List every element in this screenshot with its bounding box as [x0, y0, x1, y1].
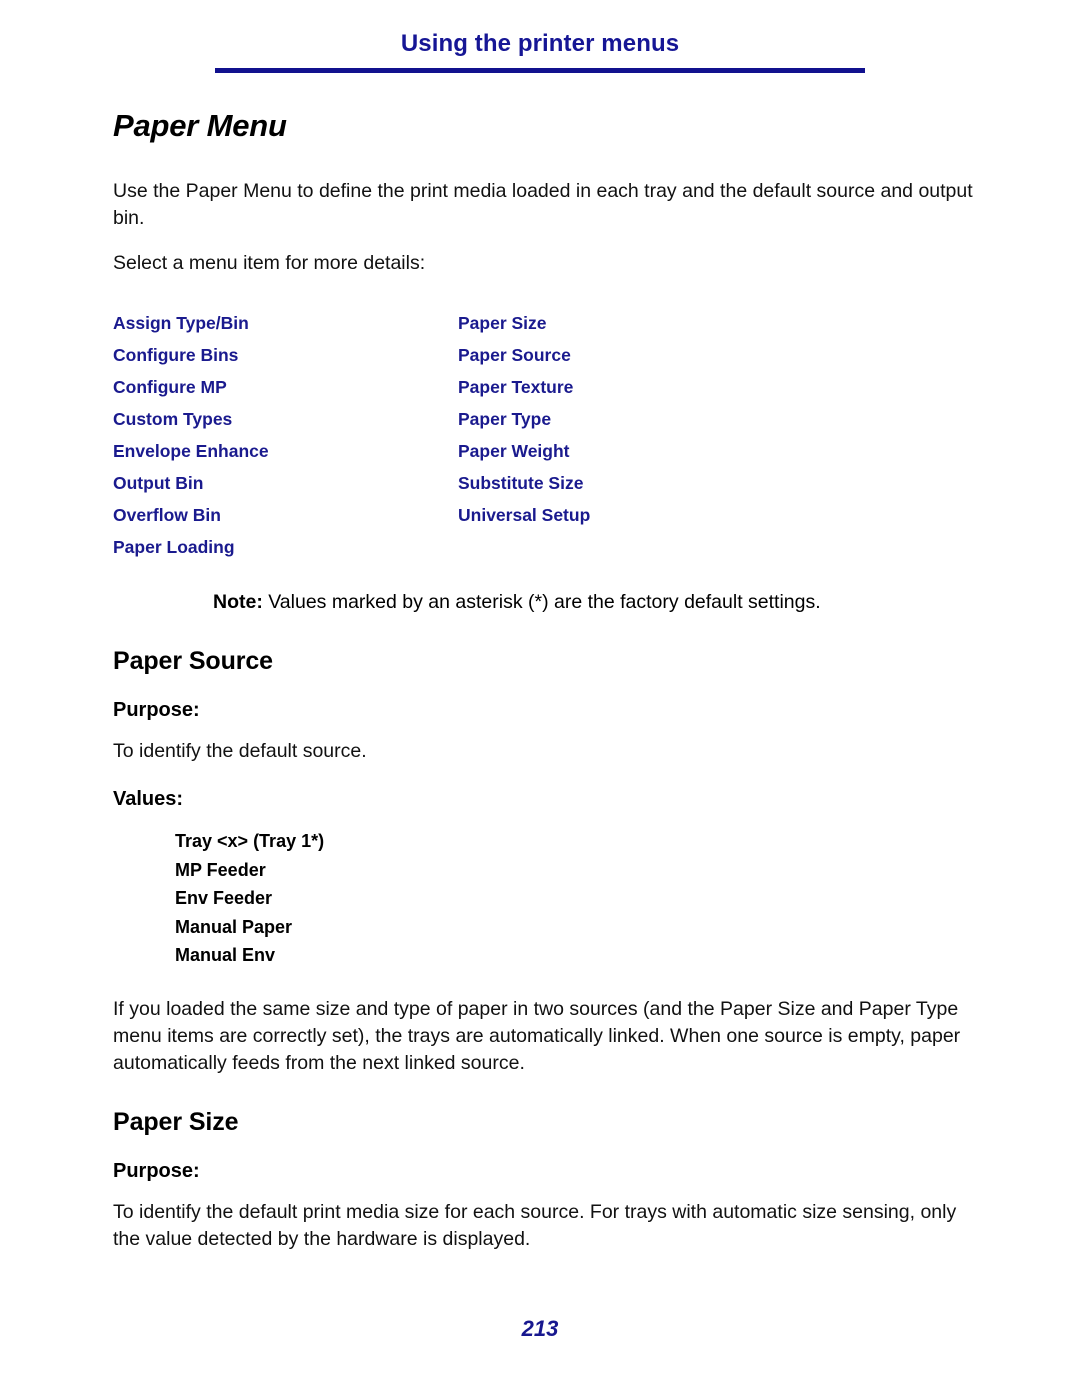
paper-source-values-label: Values:: [113, 788, 184, 810]
page-title: Paper Menu: [113, 108, 287, 143]
menu-link-paper-loading[interactable]: Paper Loading: [113, 531, 269, 563]
page-number: 213: [521, 1316, 559, 1341]
menu-link-universal-setup[interactable]: Universal Setup: [458, 499, 590, 531]
header-divider-rule: [215, 68, 865, 73]
menu-link-overflow-bin[interactable]: Overflow Bin: [113, 499, 269, 531]
menu-link-custom-types[interactable]: Custom Types: [113, 403, 269, 435]
menu-link-substitute-size[interactable]: Substitute Size: [458, 467, 590, 499]
value-item-env-feeder: Env Feeder: [175, 888, 273, 908]
menu-link-configure-bins[interactable]: Configure Bins: [113, 339, 269, 371]
menu-link-paper-weight[interactable]: Paper Weight: [458, 435, 590, 467]
section-heading-paper-size: Paper Size: [113, 1107, 239, 1136]
document-page: Using the printer menus Paper Menu Use t…: [0, 0, 1080, 1397]
menu-link-assign-type-bin[interactable]: Assign Type/Bin: [113, 307, 269, 339]
menu-link-paper-size[interactable]: Paper Size: [458, 307, 590, 339]
paper-source-values-list: Tray <x> (Tray 1*) MP Feeder Env Feeder …: [113, 827, 983, 970]
menu-links-right-column: Paper Size Paper Source Paper Texture Pa…: [458, 307, 590, 531]
paper-size-purpose-label: Purpose:: [113, 1159, 200, 1182]
intro-paragraph: Use the Paper Menu to define the print m…: [113, 180, 973, 229]
menu-link-output-bin[interactable]: Output Bin: [113, 467, 269, 499]
factory-default-note: Note: Values marked by an asterisk (*) a…: [113, 589, 983, 616]
menu-links-left-column: Assign Type/Bin Configure Bins Configure…: [113, 307, 269, 563]
menu-link-paper-source[interactable]: Paper Source: [458, 339, 590, 371]
value-item-mp-feeder: MP Feeder: [175, 859, 266, 880]
value-item-manual-paper: Manual Paper: [175, 916, 293, 937]
menu-link-configure-mp[interactable]: Configure MP: [113, 371, 269, 403]
page-content: Paper Menu Use the Paper Menu to define …: [113, 108, 983, 1253]
running-header: Using the printer menus: [0, 30, 1080, 58]
menu-link-envelope-enhance[interactable]: Envelope Enhance: [113, 435, 269, 467]
section-heading-paper-source: Paper Source: [113, 647, 273, 675]
paper-source-purpose-text: To identify the default source.: [113, 740, 367, 762]
running-header-title: Using the printer menus: [400, 30, 680, 57]
note-label: Note:: [213, 591, 263, 613]
menu-link-columns: Assign Type/Bin Configure Bins Configure…: [113, 307, 983, 575]
note-body: Values marked by an asterisk (*) are the…: [268, 591, 821, 613]
paper-source-purpose-label: Purpose:: [113, 699, 200, 721]
select-menu-prompt: Select a menu item for more details:: [113, 252, 426, 274]
paper-source-linking-paragraph: If you loaded the same size and type of …: [113, 997, 961, 1074]
menu-link-paper-texture[interactable]: Paper Texture: [458, 371, 590, 403]
value-item-tray-x: Tray <x> (Tray 1*): [175, 831, 325, 851]
paper-size-purpose-text: To identify the default print media size…: [113, 1200, 957, 1250]
value-item-manual-env: Manual Env: [175, 945, 276, 965]
menu-link-paper-type[interactable]: Paper Type: [458, 403, 590, 435]
